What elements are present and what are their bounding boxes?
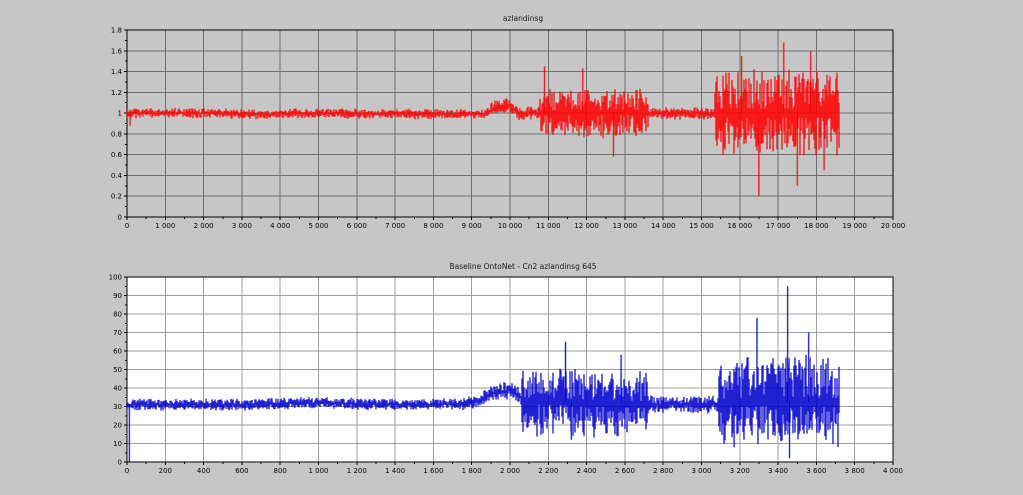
x-tick-label: 3 000 [691,467,711,475]
x-tick-label: 14 000 [651,222,676,230]
x-tick-label: 3 800 [845,467,865,475]
y-tick-label: 60 [113,348,122,356]
x-tick-label: 200 [159,467,172,475]
y-tick-label: 0.6 [111,151,123,159]
figure-canvas: 01 0002 0003 0004 0005 0006 0007 0008 00… [0,0,1023,495]
bottom-chart-title: Baseline OntoNet - Cn2 azlandinsg 645 [449,262,596,271]
x-tick-label: 12 000 [574,222,599,230]
x-tick-label: 4 000 [270,222,290,230]
x-tick-label: 3 200 [730,467,750,475]
y-tick-label: 1.8 [111,27,122,35]
y-tick-label: 1.6 [111,47,123,55]
x-tick-label: 16 000 [728,222,753,230]
top-chart: 0 1 000 2 000 3 000 4 000 5 000 6 000 7 000 8 00… [111,27,905,231]
x-tick-label: 20 000 [881,222,906,230]
y-tick-label: 1 [118,110,122,118]
signal-trace [127,43,839,197]
y-tick-label: 80 [113,311,122,319]
y-tick-label: 20 [113,422,122,430]
y-tick-label: 40 [113,385,122,393]
y-tick-label: 70 [113,329,122,337]
y-tick-label: 10 [113,440,122,448]
x-tick-label: 2 000 [194,222,214,230]
x-tick-label: 6 000 [347,222,367,230]
x-tick-label: 10 000 [498,222,523,230]
x-tick-label: 15 000 [689,222,714,230]
x-tick-label: 3 000 [232,222,252,230]
x-tick-label: 600 [235,467,248,475]
x-tick-label: 18 000 [804,222,829,230]
x-tick-label: 13 000 [613,222,638,230]
x-tick-label: 7 000 [385,222,405,230]
y-tick-label: 100 [109,274,122,282]
x-tick-label: 2 600 [615,467,635,475]
x-tick-label: 19 000 [842,222,867,230]
x-tick-label: 17 000 [766,222,791,230]
y-tick-label: 0.2 [111,193,122,201]
x-tick-label: 2 000 [500,467,520,475]
x-tick-label: 8 000 [423,222,443,230]
x-tick-label: 4 000 [883,467,903,475]
x-tick-label: 2 800 [653,467,673,475]
x-tick-label: 0 [125,467,129,475]
y-tick-label: 0 [118,459,122,467]
y-tick-label: 90 [113,292,122,300]
x-tick-label: 3 400 [768,467,788,475]
figure-window: 01 0002 0003 0004 0005 0006 0007 0008 00… [0,0,1023,495]
x-tick-label: 1 200 [347,467,367,475]
y-tick-label: 0 [118,214,122,222]
y-tick-label: 1.2 [111,89,122,97]
x-tick-label: 2 400 [577,467,597,475]
x-tick-label: 9 000 [462,222,482,230]
x-tick-label: 1 400 [385,467,405,475]
x-tick-label: 1 800 [462,467,482,475]
x-tick-label: 1 000 [155,222,175,230]
x-tick-label: 5 000 [308,222,328,230]
x-tick-label: 0 [125,222,129,230]
y-tick-label: 0.4 [111,172,123,180]
top-chart-title: azlandinsg [503,14,543,23]
x-tick-label: 2 200 [538,467,558,475]
y-tick-label: 0.8 [111,130,122,138]
x-tick-label: 400 [197,467,210,475]
y-tick-label: 50 [113,366,122,374]
y-tick-label: 30 [113,403,122,411]
x-tick-label: 1 600 [423,467,443,475]
x-tick-label: 1 000 [308,467,328,475]
x-tick-label: 11 000 [536,222,561,230]
x-tick-label: 3 600 [806,467,826,475]
bottom-chart: 02004006008001 0001 2001 4001 6001 8002 … [109,274,903,476]
y-tick-label: 1.4 [111,68,123,76]
x-tick-label: 800 [274,467,287,475]
